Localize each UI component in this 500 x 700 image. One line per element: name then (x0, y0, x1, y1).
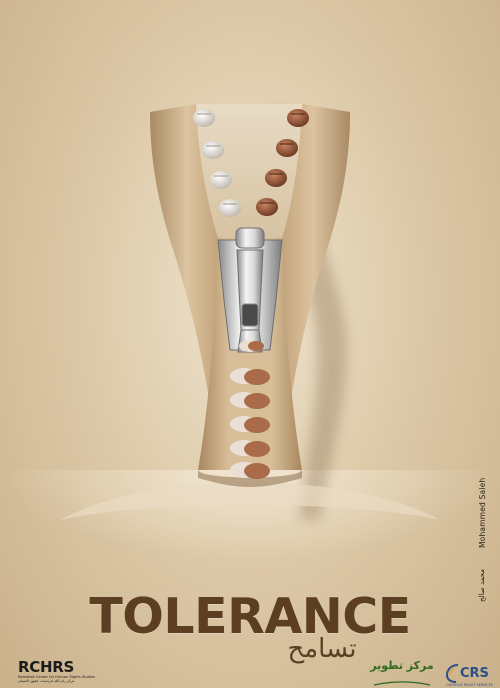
poster-title-arabic: تسامح (287, 634, 357, 664)
crs-logo-subtitle: CATHOLIC RELIEF SERVICES (446, 683, 494, 687)
artist-credit: Mohammed Saleh (478, 477, 487, 548)
bottom-bar (0, 688, 500, 700)
rchrs-logo-name: RCHRS (18, 658, 74, 676)
rchrs-logo-subtitle-ar: مركز رام الله لدراسات حقوق الانسان (18, 679, 75, 684)
poster-title: TOLERANCE (89, 588, 411, 645)
rchrs-logo: RCHRS Ramallah Center for Human Rights S… (18, 658, 95, 684)
crs-logo-name: CRS (460, 666, 489, 681)
ngo-logo-swoosh (373, 681, 431, 686)
ngo-logo-name-ar: مركز تطوير (370, 659, 434, 672)
zipper-pull-icon (217, 227, 283, 353)
poster: Mohammed Saleh محمد صالح TOLERANCE تسامح… (0, 0, 500, 700)
